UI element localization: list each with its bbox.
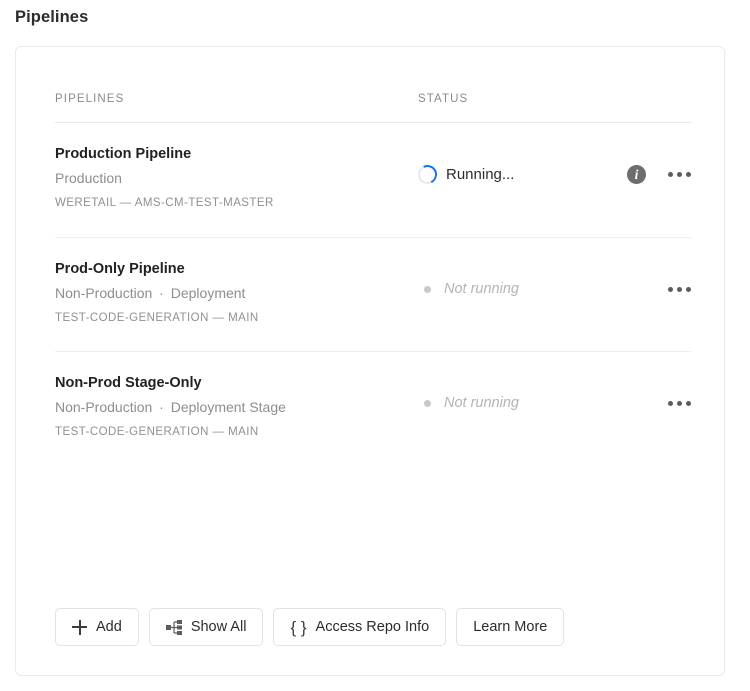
- pipeline-environment: Non-Production: [55, 399, 153, 415]
- page-title: Pipelines: [15, 8, 89, 26]
- column-header-status: STATUS: [418, 93, 469, 105]
- pipeline-subtitle: Production: [55, 167, 274, 189]
- column-header-pipelines: PIPELINES: [55, 93, 125, 105]
- pipeline-kind: Deployment: [170, 285, 246, 301]
- plus-icon: [72, 619, 87, 635]
- card-content: PIPELINES STATUS Production Pipeline Pro…: [55, 47, 691, 675]
- access-repo-info-button[interactable]: { } Access Repo Info: [273, 608, 447, 646]
- subtitle-separator: ·: [159, 399, 164, 415]
- footer-actions: Add Show All { } Access Repo Info Learn …: [55, 608, 565, 646]
- pipeline-info: Prod-Only Pipeline Non-Production · Depl…: [55, 260, 259, 326]
- pipeline-name: Non-Prod Stage-Only: [55, 375, 202, 391]
- row-actions: i: [627, 163, 691, 185]
- status-label: Not running: [444, 395, 519, 411]
- add-button[interactable]: Add: [55, 608, 139, 646]
- pipeline-status: Not running: [418, 278, 519, 300]
- pipeline-repo: TEST-CODE-GENERATION — MAIN: [55, 312, 259, 324]
- pipeline-subtitle: Non-Production · Deployment Stage: [55, 396, 286, 418]
- add-button-label: Add: [96, 618, 122, 635]
- show-all-button[interactable]: Show All: [148, 608, 264, 646]
- running-spinner-icon: [415, 162, 440, 186]
- subtitle-separator: ·: [159, 285, 164, 301]
- pipeline-status: Not running: [418, 392, 519, 414]
- pipeline-kind: Deployment Stage: [170, 399, 286, 415]
- more-options-icon[interactable]: [668, 397, 691, 410]
- learn-more-button[interactable]: Learn More: [456, 608, 565, 646]
- idle-dot-icon: [424, 399, 431, 407]
- row-actions: [668, 278, 691, 300]
- pipelines-card: PIPELINES STATUS Production Pipeline Pro…: [15, 46, 725, 676]
- row-actions: [668, 392, 691, 414]
- pipeline-info: Production Pipeline Production WERETAIL …: [55, 145, 274, 211]
- access-repo-info-button-label: Access Repo Info: [315, 618, 430, 635]
- table-row[interactable]: Prod-Only Pipeline Non-Production · Depl…: [55, 237, 691, 351]
- show-all-button-label: Show All: [190, 618, 247, 635]
- idle-dot-icon: [424, 285, 431, 293]
- pipeline-repo: TEST-CODE-GENERATION — MAIN: [55, 426, 259, 438]
- pipeline-environment: Non-Production: [55, 285, 153, 301]
- learn-more-button-label: Learn More: [473, 618, 548, 635]
- braces-icon: { }: [290, 617, 307, 637]
- pipeline-info: Non-Prod Stage-Only Non-Production · Dep…: [55, 374, 286, 440]
- table-column-headers: PIPELINES STATUS: [55, 93, 691, 115]
- pipeline-status: Running...: [415, 162, 515, 186]
- pipeline-repo: WERETAIL — AMS-CM-TEST-MASTER: [55, 197, 274, 209]
- pipelines-list: Production Pipeline Production WERETAIL …: [55, 123, 691, 465]
- table-row[interactable]: Production Pipeline Production WERETAIL …: [55, 123, 691, 237]
- pipeline-name: Production Pipeline: [55, 146, 192, 162]
- status-label: Running...: [446, 165, 515, 183]
- more-options-icon[interactable]: [668, 283, 691, 296]
- info-icon[interactable]: i: [627, 164, 646, 184]
- hierarchy-icon: [165, 619, 182, 635]
- table-row[interactable]: Non-Prod Stage-Only Non-Production · Dep…: [55, 351, 691, 465]
- pipeline-environment: Production: [55, 170, 122, 186]
- more-options-icon[interactable]: [668, 168, 691, 181]
- pipeline-name: Prod-Only Pipeline: [55, 261, 185, 277]
- status-label: Not running: [444, 281, 519, 297]
- pipeline-subtitle: Non-Production · Deployment: [55, 282, 259, 304]
